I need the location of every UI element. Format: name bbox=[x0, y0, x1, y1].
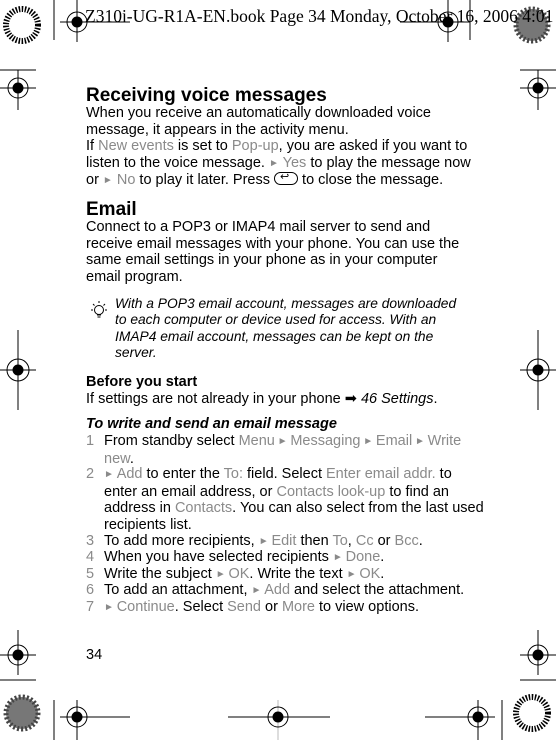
step-text: To add an attachment, ► Add and select t… bbox=[104, 582, 486, 600]
text: If settings are not already in your phon… bbox=[86, 391, 345, 407]
page-number: 34 bbox=[86, 647, 103, 663]
text: field. Select bbox=[243, 466, 327, 482]
select-arrow-icon: ► bbox=[251, 585, 265, 596]
step-text: From standby select Menu ► Messaging ► E… bbox=[104, 433, 486, 467]
step-1: 1 From standby select Menu ► Messaging ► … bbox=[86, 433, 486, 467]
before-you-start-text: If settings are not already in your phon… bbox=[86, 391, 476, 408]
step-number: 2 bbox=[86, 466, 95, 482]
text: From standby select bbox=[104, 433, 239, 449]
voice-messages-popup-paragraph: If New events is set to Pop-up, you are … bbox=[86, 138, 471, 190]
step-3: 3 To add more recipients, ► Edit then To,… bbox=[86, 533, 486, 551]
step-text: Write the subject ► OK. Write the text ►… bbox=[104, 566, 486, 584]
reference-arrow-icon: ➡ bbox=[344, 391, 357, 407]
menu-option: More bbox=[281, 599, 315, 615]
lightbulb-icon bbox=[91, 301, 107, 318]
text: . Select bbox=[174, 599, 228, 615]
menu-option: Add bbox=[116, 466, 143, 482]
before-you-start-title: Before you start bbox=[86, 374, 198, 390]
text: . bbox=[418, 533, 423, 549]
text: . Write the text bbox=[249, 566, 347, 582]
menu-option: Continue bbox=[116, 599, 175, 615]
select-arrow-icon: ► bbox=[258, 536, 272, 547]
text: If bbox=[86, 138, 99, 154]
text: is set to bbox=[173, 138, 232, 154]
step-text: When you have selected recipients ► Done… bbox=[104, 549, 486, 567]
menu-option: Messaging bbox=[290, 433, 361, 449]
step-number: 6 bbox=[86, 582, 95, 598]
step-4: 4 When you have selected recipients ► Don… bbox=[86, 549, 486, 567]
menu-option: Send bbox=[227, 599, 261, 615]
menu-option: Menu bbox=[238, 433, 275, 449]
text: . bbox=[433, 391, 438, 407]
text: and select the attachment. bbox=[290, 582, 465, 598]
text: To add an attachment, bbox=[104, 582, 252, 598]
menu-option: Done bbox=[345, 549, 381, 565]
step-text: ► Add to enter the To: field. Select Ent… bbox=[104, 466, 486, 533]
step-number: 3 bbox=[86, 533, 95, 549]
select-arrow-icon: ► bbox=[104, 602, 117, 613]
new-events-setting: New events bbox=[98, 138, 174, 154]
select-arrow-icon: ► bbox=[346, 569, 360, 580]
menu-option: Email bbox=[375, 433, 413, 449]
voice-messages-paragraph: When you receive an automatically downlo… bbox=[86, 105, 431, 138]
section-title-email: Email bbox=[86, 199, 137, 220]
menu-option: Cc bbox=[355, 533, 374, 549]
print-header: Z310i-UG-R1A-EN.book Page 34 Monday, Oct… bbox=[85, 6, 556, 26]
step-number: 4 bbox=[86, 549, 95, 565]
select-arrow-icon: ► bbox=[102, 175, 113, 187]
step-5: 5 Write the subject ► OK. Write the text … bbox=[86, 566, 486, 584]
menu-option: Add bbox=[264, 582, 291, 598]
step-7: 7 ► Continue. Select Send or More to view… bbox=[86, 599, 486, 617]
step-text: ► Continue. Select Send or More to view … bbox=[104, 599, 486, 617]
text: . bbox=[380, 549, 385, 565]
select-arrow-icon: ► bbox=[104, 469, 117, 480]
step-text: To add more recipients, ► Edit then To, … bbox=[104, 533, 486, 551]
step-number: 5 bbox=[86, 566, 95, 582]
tip-text: With a POP3 email account, messages are … bbox=[115, 296, 457, 361]
section-title-receiving-voice-messages: Receiving voice messages bbox=[86, 85, 327, 106]
text: to enter the bbox=[142, 466, 224, 482]
email-intro-paragraph: Connect to a POP3 or IMAP4 mail server t… bbox=[86, 219, 460, 285]
text: to close the message. bbox=[298, 172, 444, 189]
menu-option: Bcc bbox=[394, 533, 419, 549]
text: When you have selected recipients bbox=[104, 549, 333, 565]
settings-page-link[interactable]: 46 Settings bbox=[361, 391, 434, 407]
text: , bbox=[347, 533, 356, 549]
text: or bbox=[373, 533, 395, 549]
menu-option: Contacts bbox=[174, 500, 233, 517]
menu-option: To: bbox=[223, 466, 243, 482]
menu-option: Contacts look-up bbox=[276, 483, 386, 500]
text: or bbox=[261, 599, 282, 615]
select-arrow-icon: ► bbox=[268, 157, 279, 169]
select-arrow-icon: ► bbox=[412, 436, 428, 447]
step-number: 1 bbox=[86, 433, 95, 449]
menu-option: OK bbox=[359, 566, 381, 582]
back-key-icon bbox=[274, 169, 299, 186]
no-option: No bbox=[116, 172, 136, 189]
yes-option: Yes bbox=[282, 154, 307, 171]
step-6: 6 To add an attachment, ► Add and select … bbox=[86, 582, 486, 600]
select-arrow-icon: ► bbox=[274, 436, 291, 447]
text: Write the subject bbox=[104, 566, 216, 582]
select-arrow-icon: ► bbox=[360, 436, 376, 447]
text: to play it later. Press bbox=[135, 172, 275, 189]
menu-option: Edit bbox=[271, 533, 297, 549]
text: to view options. bbox=[315, 599, 419, 615]
text: To add more recipients, bbox=[104, 533, 259, 549]
menu-option: OK bbox=[228, 566, 250, 582]
steps-title: To write and send an email message bbox=[86, 416, 337, 432]
step-number: 7 bbox=[86, 599, 95, 615]
menu-option: To bbox=[332, 533, 348, 549]
menu-option: Enter email addr. bbox=[326, 466, 436, 482]
text: . bbox=[380, 566, 385, 582]
step-2: 2 ► Add to enter the To: field. Select En… bbox=[86, 466, 486, 533]
text: then bbox=[296, 533, 333, 549]
select-arrow-icon: ► bbox=[332, 552, 346, 563]
select-arrow-icon: ► bbox=[215, 569, 229, 580]
popup-option: Pop-up bbox=[231, 138, 279, 154]
text: . bbox=[129, 450, 134, 467]
